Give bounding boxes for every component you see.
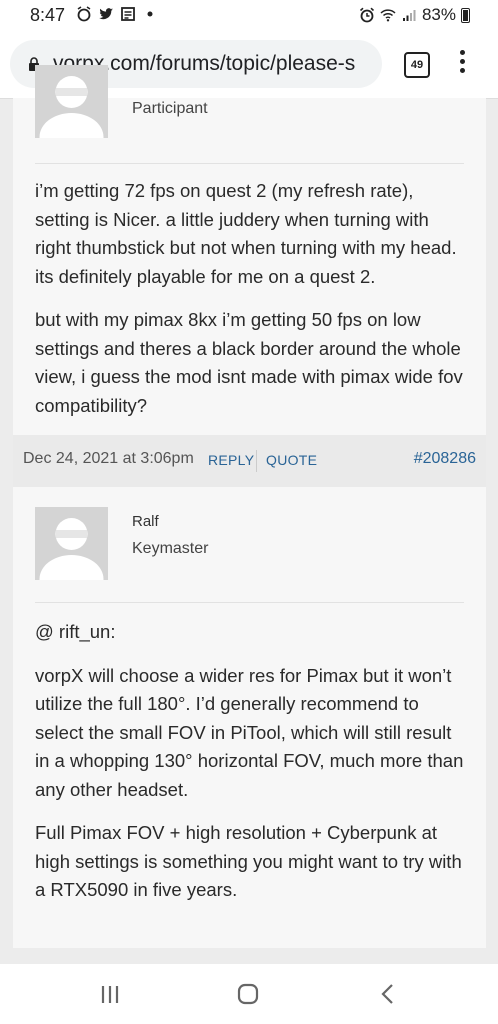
wifi-icon <box>380 9 396 22</box>
forum-reply: Ralf Keymaster @ rift_un: vorpX will cho… <box>13 487 486 948</box>
forum-reply: Participant i’m getting 72 fps on quest … <box>13 65 486 435</box>
default-user-icon <box>35 507 108 580</box>
status-time: 8:47 <box>30 5 66 25</box>
divider <box>35 163 464 164</box>
system-navigation-bar <box>0 964 498 1024</box>
battery-icon <box>461 7 470 23</box>
battery-percent: 83% <box>421 5 456 24</box>
home-icon[interactable] <box>236 982 260 1006</box>
post-paragraph: @ rift_un: <box>35 621 116 642</box>
reply-link[interactable]: REPLY <box>208 452 254 468</box>
separator <box>256 450 257 472</box>
post-paragraph: i’m getting 72 fps on quest 2 (my refres… <box>35 180 457 287</box>
avatar[interactable] <box>35 507 108 580</box>
author-name[interactable]: Ralf <box>132 513 159 530</box>
alarm-clock-icon <box>359 7 375 23</box>
default-user-icon <box>35 65 108 138</box>
reply-header: Dec 24, 2021 at 3:06pm REPLY QUOTE #2082… <box>13 435 486 487</box>
post-paragraph: but with my pimax 8kx i’m getting 50 fps… <box>35 309 463 416</box>
tab-switcher-button[interactable]: 49 <box>404 52 430 78</box>
author-role: Participant <box>132 100 208 117</box>
twitter-icon <box>99 8 113 20</box>
avatar[interactable] <box>35 65 108 138</box>
post-paragraph: Full Pimax FOV + high resolution + Cyber… <box>35 822 462 900</box>
news-icon <box>121 7 135 21</box>
post-permalink[interactable]: #208286 <box>414 450 476 468</box>
quote-link[interactable]: QUOTE <box>266 452 317 468</box>
status-bar: 8:47 83% <box>0 0 498 32</box>
dot-icon <box>147 11 153 17</box>
overflow-menu-icon[interactable] <box>458 50 466 78</box>
signal-icon <box>402 10 416 21</box>
back-icon[interactable] <box>376 982 400 1006</box>
post-paragraph: vorpX will choose a wider res for Pimax … <box>35 664 464 800</box>
author-role: Keymaster <box>132 540 209 557</box>
post-content: @ rift_un: vorpX will choose a wider res… <box>35 618 468 920</box>
alarm-icon <box>77 6 91 22</box>
divider <box>35 602 464 603</box>
post-content: i’m getting 72 fps on quest 2 (my refres… <box>35 177 468 435</box>
recent-apps-icon[interactable] <box>98 982 122 1006</box>
post-date: Dec 24, 2021 at 3:06pm <box>23 450 194 467</box>
